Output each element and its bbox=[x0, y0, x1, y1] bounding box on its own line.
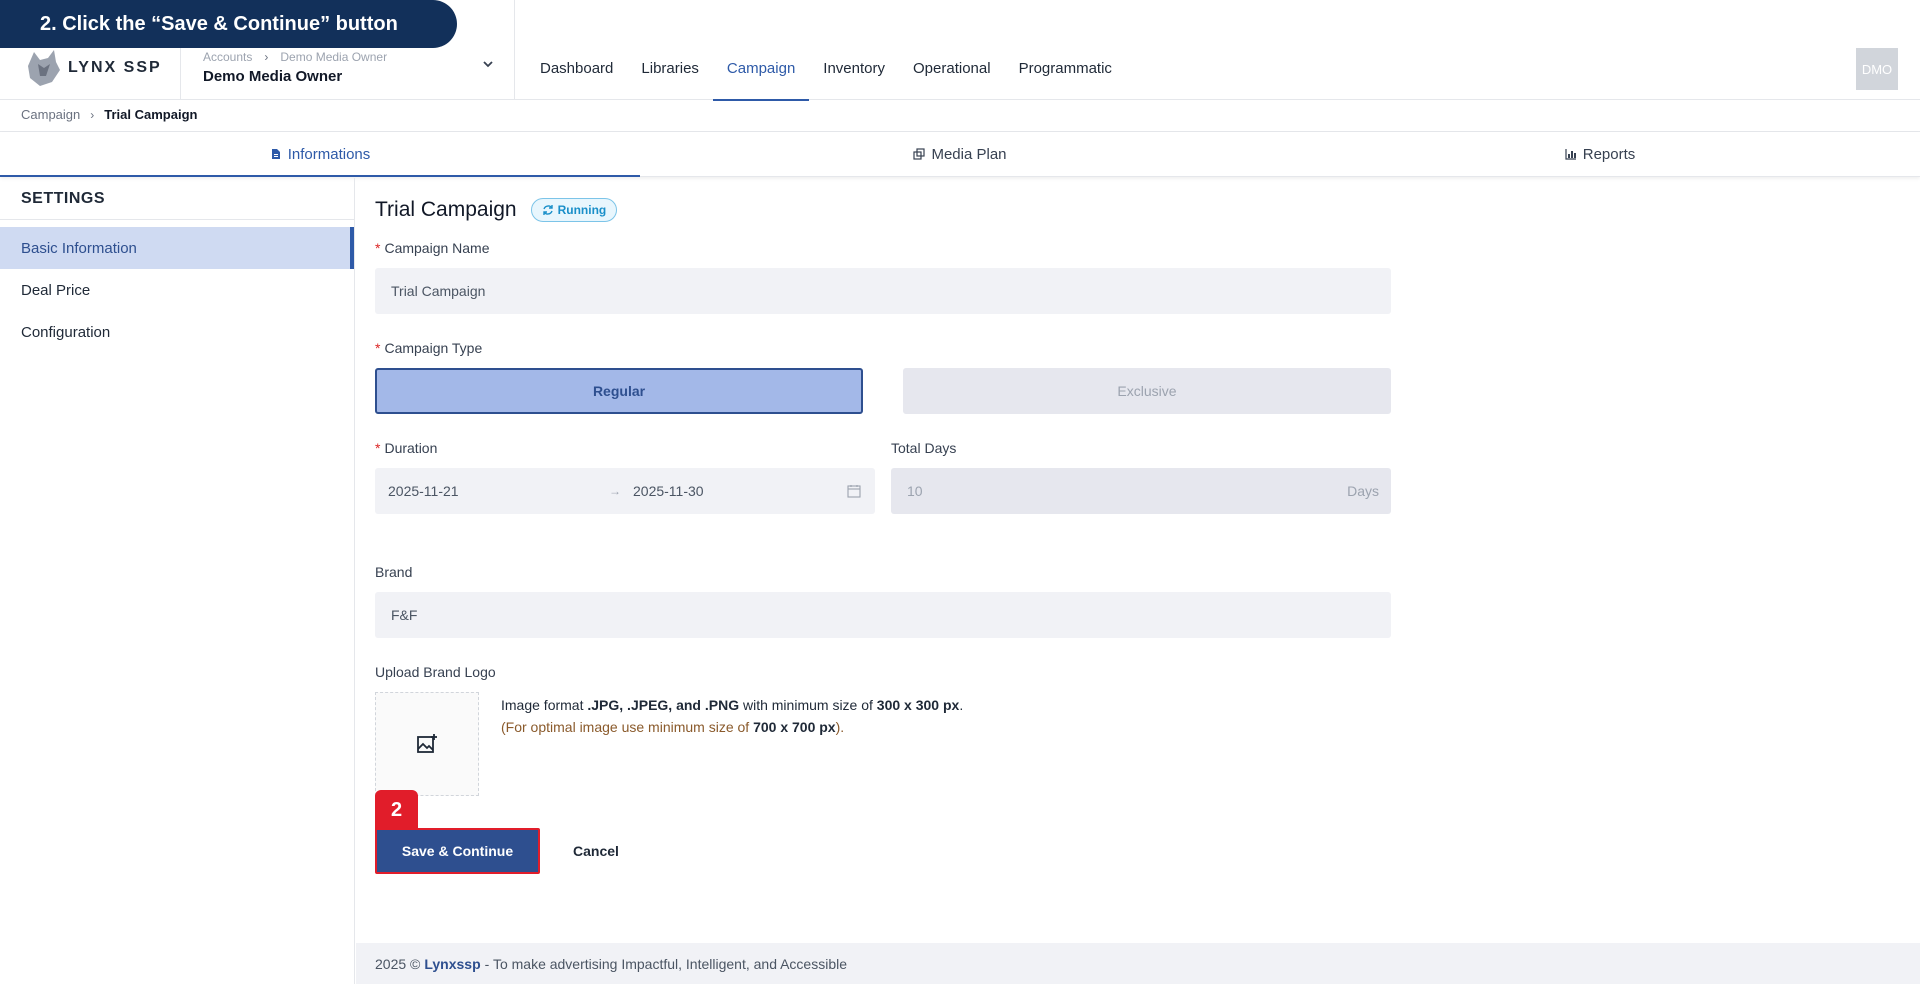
sidebar-item-basic-information[interactable]: Basic Information bbox=[0, 227, 354, 269]
instruction-banner: 2. Click the “Save & Continue” button bbox=[0, 0, 457, 48]
total-days-input: 10 Days bbox=[891, 468, 1391, 514]
app-logo[interactable]: LYNX SSP bbox=[26, 48, 162, 88]
tab-reports-label: Reports bbox=[1582, 145, 1636, 163]
nav-campaign[interactable]: Campaign bbox=[712, 0, 810, 101]
tab-informations[interactable]: Informations bbox=[0, 132, 640, 177]
required-marker: * bbox=[375, 340, 381, 356]
duration-range-picker[interactable]: 2025-11-21 → 2025-11-30 bbox=[375, 468, 875, 514]
upload-instructions-line1: Image format .JPG, .JPEG, and .PNG with … bbox=[501, 694, 963, 716]
bar-chart-icon bbox=[1565, 149, 1576, 160]
brand-input[interactable]: F&F bbox=[375, 592, 1391, 638]
footer-tagline: - To make advertising Impactful, Intelli… bbox=[484, 955, 848, 972]
chevron-down-icon[interactable] bbox=[482, 58, 494, 70]
add-image-icon bbox=[417, 734, 437, 753]
start-date-input[interactable]: 2025-11-21 bbox=[388, 483, 459, 499]
breadcrumb: Campaign › Trial Campaign bbox=[21, 107, 197, 122]
upload-instructions: Image format .JPG, .JPEG, and .PNG with … bbox=[501, 694, 963, 738]
required-marker: * bbox=[375, 440, 381, 456]
duration-label-text: Duration bbox=[384, 440, 438, 456]
divider bbox=[0, 219, 354, 220]
campaign-type-label-text: Campaign Type bbox=[384, 340, 483, 356]
instruction-text: 2. Click the “Save & Continue” button bbox=[40, 12, 398, 35]
main-nav: Dashboard Libraries Campaign Inventory O… bbox=[526, 0, 1126, 101]
calendar-icon[interactable] bbox=[847, 484, 861, 498]
cancel-button[interactable]: Cancel bbox=[556, 828, 636, 874]
form-header: Trial Campaign Running bbox=[375, 198, 618, 222]
breadcrumb-current: Trial Campaign bbox=[104, 107, 198, 122]
campaign-form: Trial Campaign Running * Campaign Name Tr… bbox=[356, 178, 1920, 984]
upload-text-part: ). bbox=[835, 719, 845, 735]
settings-sidebar: SETTINGS Basic Information Deal Price Co… bbox=[0, 178, 355, 984]
upload-logo-dropzone[interactable] bbox=[375, 692, 479, 796]
sidebar-title: SETTINGS bbox=[21, 190, 106, 207]
upload-text-part: Image format bbox=[501, 697, 588, 713]
campaign-type-label: * Campaign Type bbox=[375, 340, 482, 356]
total-days-label: Total Days bbox=[891, 440, 957, 456]
campaign-name-label: * Campaign Name bbox=[375, 240, 490, 256]
upload-text-part: with minimum size of bbox=[739, 697, 877, 713]
nav-programmatic[interactable]: Programmatic bbox=[1005, 0, 1126, 100]
refresh-icon bbox=[542, 205, 553, 215]
campaign-type-regular-button[interactable]: Regular bbox=[375, 368, 863, 414]
page-title: Trial Campaign bbox=[375, 198, 517, 221]
sidebar-item-configuration[interactable]: Configuration bbox=[0, 311, 354, 353]
account-breadcrumb: Accounts › Demo Media Owner bbox=[203, 50, 387, 64]
campaign-name-input[interactable]: Trial Campaign bbox=[375, 268, 1391, 314]
save-continue-button[interactable]: Save & Continue bbox=[375, 828, 540, 874]
chevron-right-icon: › bbox=[90, 107, 95, 122]
footer-copyright: 2025 © bbox=[375, 955, 421, 972]
upload-text-part: (For optimal image use minimum size of bbox=[501, 719, 754, 735]
account-crumb-root: Accounts bbox=[203, 50, 253, 64]
lynx-logo-icon bbox=[28, 50, 60, 86]
nav-operational[interactable]: Operational bbox=[899, 0, 1005, 100]
total-days-value: 10 bbox=[907, 483, 923, 499]
document-icon bbox=[271, 149, 280, 159]
step-number-badge: 2 bbox=[375, 790, 418, 830]
brand-label: Brand bbox=[375, 564, 413, 580]
upload-text-part: . bbox=[959, 697, 964, 713]
avatar[interactable]: DMO bbox=[1856, 48, 1898, 90]
tab-media-plan[interactable]: Media Plan bbox=[640, 132, 1280, 176]
total-days-unit: Days bbox=[1347, 483, 1379, 499]
page-footer: 2025 © Lynxssp - To make advertising Imp… bbox=[356, 943, 1920, 984]
account-crumb-current: Demo Media Owner bbox=[280, 50, 388, 64]
duration-label: * Duration bbox=[375, 440, 437, 456]
required-marker: * bbox=[375, 240, 381, 256]
tab-informations-label: Informations bbox=[287, 145, 371, 163]
account-name: Demo Media Owner bbox=[203, 68, 343, 85]
nav-libraries[interactable]: Libraries bbox=[627, 0, 713, 100]
breadcrumb-campaign[interactable]: Campaign bbox=[21, 107, 80, 122]
chevron-right-icon: › bbox=[264, 50, 269, 64]
footer-brand-link[interactable]: Lynxssp bbox=[424, 956, 480, 972]
campaign-type-exclusive-button[interactable]: Exclusive bbox=[903, 368, 1391, 414]
arrow-right-icon: → bbox=[609, 484, 621, 498]
tab-reports[interactable]: Reports bbox=[1280, 132, 1920, 176]
tab-media-plan-label: Media Plan bbox=[931, 145, 1007, 163]
upload-brand-logo-label: Upload Brand Logo bbox=[375, 664, 496, 680]
campaign-tabs: Informations Media Plan Reports bbox=[0, 132, 1920, 177]
status-badge-label: Running bbox=[557, 203, 607, 217]
nav-inventory[interactable]: Inventory bbox=[809, 0, 899, 100]
end-date-input[interactable]: 2025-11-30 bbox=[633, 483, 704, 499]
campaign-name-label-text: Campaign Name bbox=[384, 240, 490, 256]
sidebar-item-deal-price[interactable]: Deal Price bbox=[0, 269, 354, 311]
copy-icon bbox=[913, 148, 926, 160]
upload-formats: .JPG, .JPEG, and .PNG bbox=[587, 697, 740, 713]
nav-dashboard[interactable]: Dashboard bbox=[526, 0, 627, 100]
upload-min-size: 300 x 300 px bbox=[876, 697, 960, 713]
upload-instructions-line2: (For optimal image use minimum size of 7… bbox=[501, 716, 963, 738]
status-badge: Running bbox=[530, 198, 618, 222]
upload-optimal-size: 700 x 700 px bbox=[753, 719, 836, 735]
logo-text: LYNX SSP bbox=[68, 59, 162, 76]
